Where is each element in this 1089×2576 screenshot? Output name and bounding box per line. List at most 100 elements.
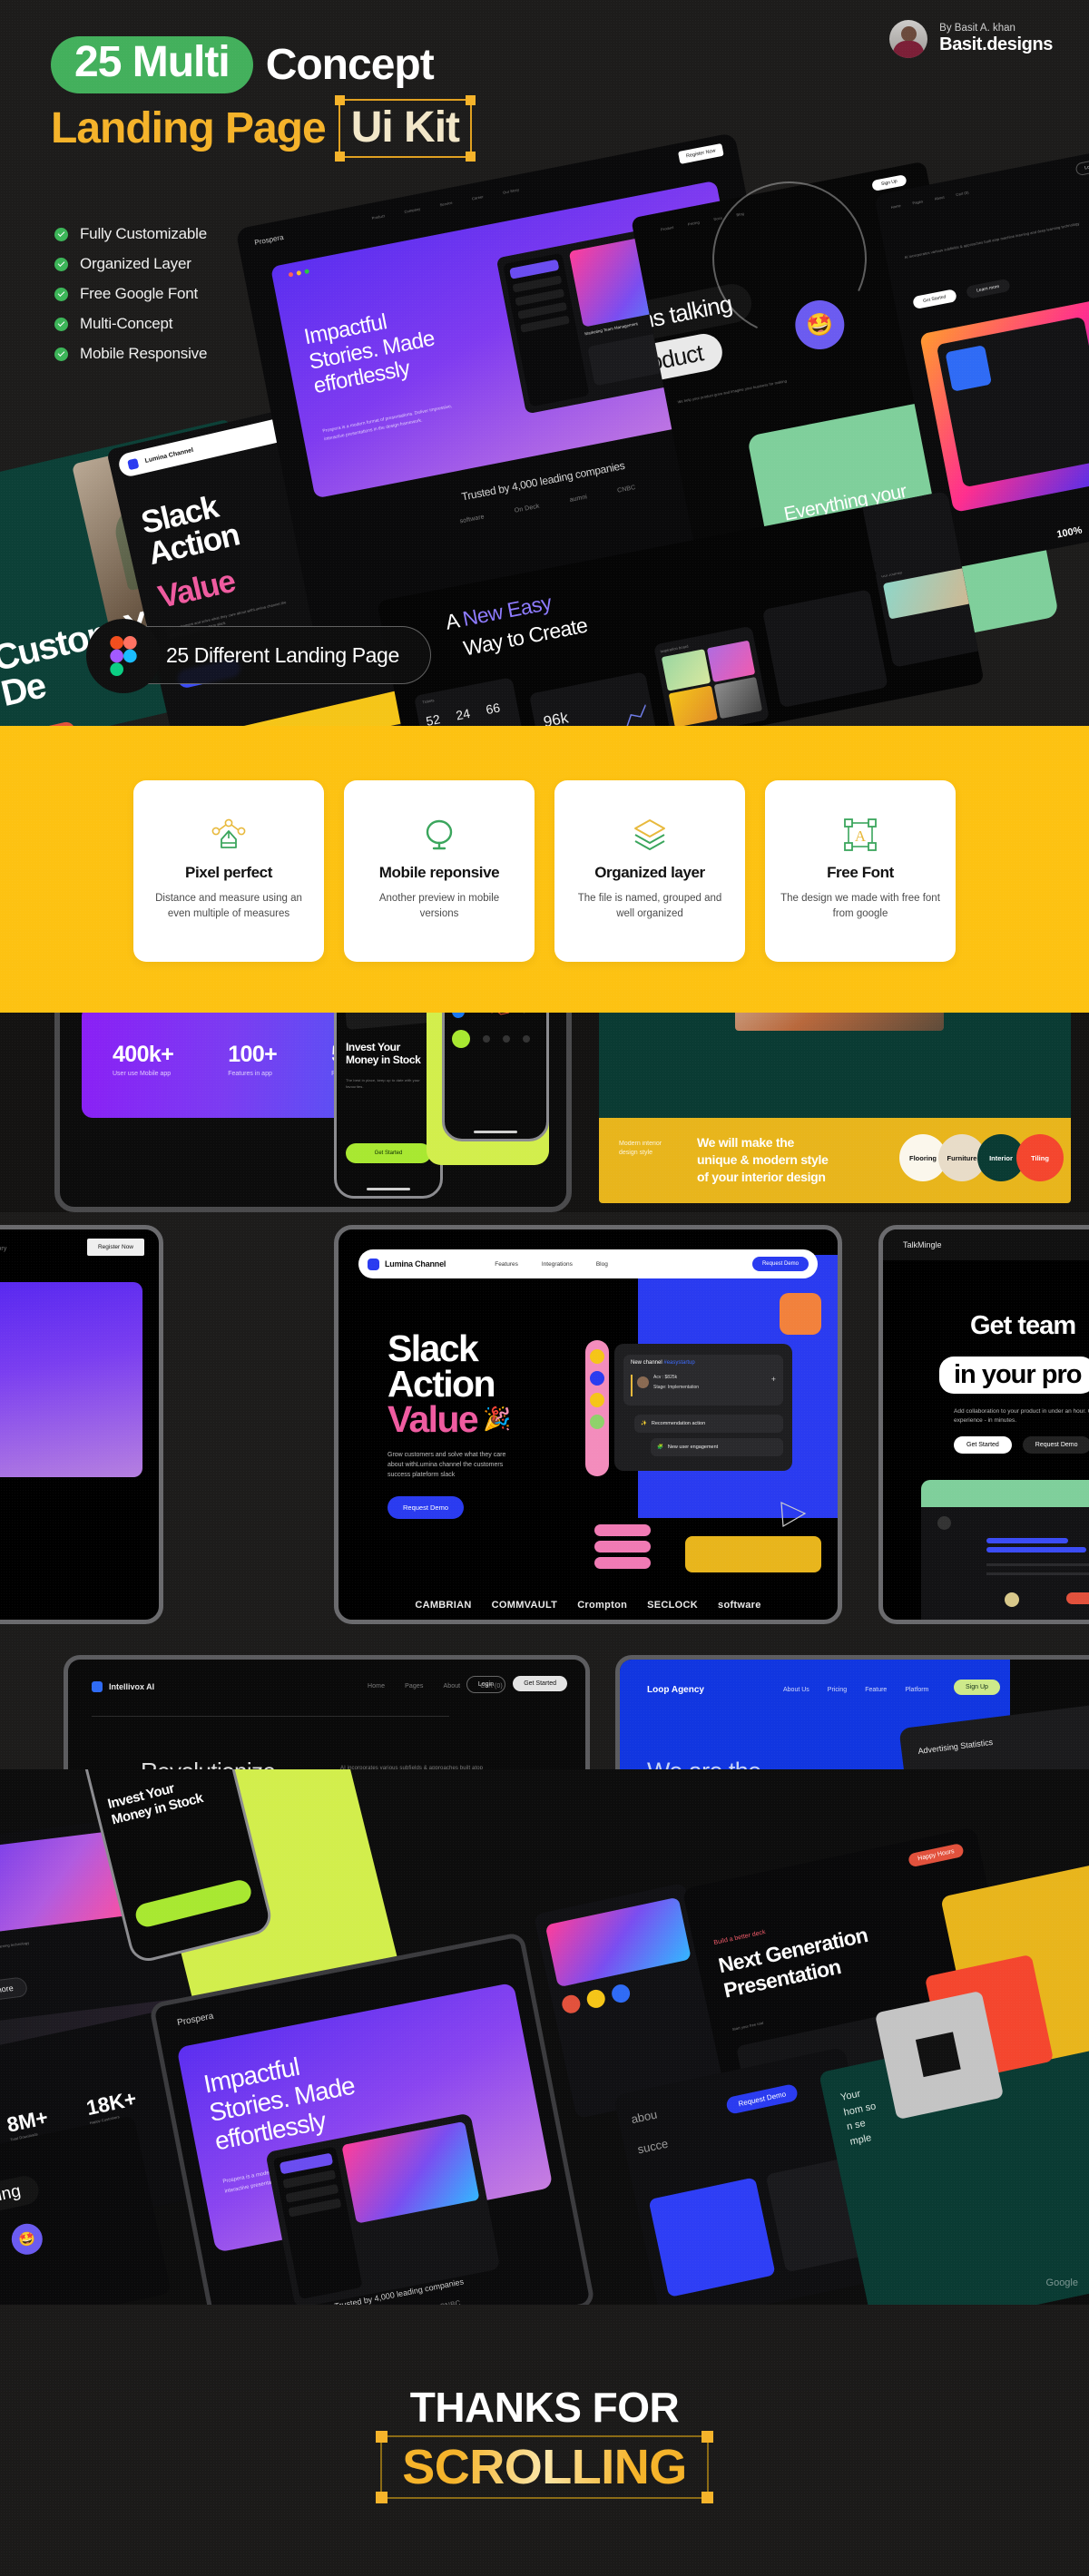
chat-panel: New channel #easystartup Acv : $825k Sta… — [614, 1344, 792, 1471]
get-started-button[interactable]: Get Started — [513, 1676, 567, 1691]
nav-item[interactable]: Our Story — [0, 1246, 6, 1252]
scrolling-selection-box: SCROLLING — [376, 2430, 713, 2503]
register-now-button[interactable]: Register Now — [86, 1239, 144, 1256]
feature-label: Multi-Concept — [80, 315, 173, 332]
chat-engagement: New user engagement — [667, 1445, 719, 1450]
check-icon — [54, 317, 68, 331]
client-logos: CAMBRIAN COMMVAULT Crompton SECLOCK soft… — [338, 1600, 838, 1611]
hero-section: General SummerDesign Co. Custom YouDe Lu… — [0, 0, 1089, 726]
brand-name: Loop Agency — [647, 1685, 704, 1695]
sign-up-button[interactable]: Sign Up — [954, 1680, 1000, 1695]
nav-item[interactable]: About — [443, 1683, 460, 1690]
nav-item[interactable]: Pricing — [828, 1687, 847, 1693]
emoji-icon: 🤩 — [8, 2220, 45, 2258]
phone-watchlist: ▼ TSL $454.26 FB $454.26 — [442, 1013, 549, 1141]
feature-item: Free Google Font — [54, 285, 207, 303]
nav-item[interactable]: Pages — [405, 1683, 423, 1690]
feature-card-desc: The design we made with free font from g… — [780, 893, 940, 919]
layers-icon — [628, 811, 672, 858]
interior-eyebrow: Modern interior design style — [619, 1141, 662, 1156]
logo: Crompton — [577, 1600, 628, 1611]
collage-grey-panel — [874, 1990, 1005, 2121]
request-demo-button[interactable]: Request Demo — [388, 1496, 465, 1520]
logo: CAMBRIAN — [415, 1600, 472, 1611]
logo: SECLOCK — [647, 1600, 699, 1611]
laptop-loop-agency: Loop Agency About Us Pricing Feature Pla… — [615, 1655, 1089, 1769]
feature-card-desc: Distance and measure using an even multi… — [155, 893, 302, 919]
stat-value: 400k+ — [113, 1042, 174, 1067]
feature-item: Mobile Responsive — [54, 345, 207, 363]
feature-label: Fully Customizable — [80, 225, 208, 242]
brand-name: Intellivox AI — [109, 1682, 155, 1691]
chat-channel-label: New channel — [631, 1360, 662, 1366]
phone-cta[interactable]: Get Started — [346, 1143, 431, 1163]
mock-nav: Product Company Service Career Our Story — [371, 187, 520, 220]
sparkle-icon: ✨ — [641, 1421, 647, 1426]
interior-headline: We will make the unique & modern style o… — [697, 1135, 829, 1184]
get-started-button[interactable]: Get Started — [954, 1436, 1012, 1454]
feature-cards: Pixel perfect Distance and measure using… — [0, 780, 1089, 962]
feature-card-organized-layer: Organized layer The file is named, group… — [554, 780, 745, 962]
svg-text:A: A — [855, 828, 867, 845]
nav-item[interactable]: Features — [495, 1261, 518, 1268]
headline: We are the — [647, 1758, 761, 1769]
check-icon — [54, 227, 68, 241]
stat-caption: User use Mobile app — [113, 1071, 172, 1077]
nav-item[interactable]: Integrations — [542, 1261, 573, 1268]
nav-item[interactable]: Platform — [905, 1687, 928, 1693]
row-three-previews: ompany Service Career Our Story Register… — [0, 1212, 1089, 1639]
nav-item[interactable]: Feature — [865, 1687, 887, 1693]
thanks-line-2: SCROLLING — [402, 2439, 687, 2494]
feature-card-pixel-perfect: Pixel perfect Distance and measure using… — [133, 780, 324, 962]
tablet-interior-design: Modern interior design style We will mak… — [599, 1013, 1071, 1203]
phone-sub: The best in place, keep up to date with … — [346, 1078, 420, 1090]
brand-name: Lumina Channel — [385, 1259, 446, 1268]
nav-item[interactable]: Home — [368, 1683, 385, 1690]
learn-more-button[interactable]: Learn more — [0, 1976, 29, 2005]
request-demo-button[interactable]: Request Demo — [1022, 1436, 1089, 1454]
feature-card-title: Mobile reponsive — [378, 864, 500, 881]
chat-acv: Acv : $825k — [653, 1375, 678, 1380]
check-icon — [54, 257, 68, 271]
party-popper-icon: 🎉 — [483, 1406, 512, 1432]
request-demo-button[interactable]: Request Demo — [725, 2082, 800, 2115]
avatar — [889, 20, 928, 58]
feature-label: Organized Layer — [80, 255, 191, 272]
font-frame-icon: A — [840, 811, 880, 858]
author-by: By Basit A. khan — [939, 23, 1015, 34]
feature-card-desc: Another preview in mobile versions — [378, 893, 500, 919]
check-icon — [54, 287, 68, 301]
preview-navbar: Lumina Channel Features Integrations Blo… — [358, 1249, 818, 1278]
preview-prospera: ompany Service Career Our Story Register… — [0, 1225, 163, 1624]
panel-title: Advertising Statistics — [917, 1737, 994, 1756]
login-button[interactable]: Login — [466, 1676, 505, 1693]
feature-item: Organized Layer — [54, 255, 207, 273]
happy-hours-badge: Happy Hours — [908, 1842, 965, 1868]
title-landing-page: Landing Page — [51, 104, 327, 153]
logo: software — [718, 1600, 761, 1611]
feature-item: Multi-Concept — [54, 315, 207, 333]
author-name: Basit.designs — [939, 34, 1053, 54]
author-credit[interactable]: By Basit A. khan Basit.designs — [889, 20, 1053, 58]
row-laptop-tops: Intellivox AI Home Pages About Cart (0) … — [0, 1639, 1089, 1769]
stat-caption: Features in app — [228, 1071, 272, 1077]
landing-page-count-pill[interactable]: 25 Different Landing Page — [86, 619, 431, 693]
slack-icon: 🧩 — [657, 1445, 663, 1450]
interior-chip[interactable]: Tiling — [1016, 1134, 1064, 1181]
feature-label: Free Google Font — [80, 285, 199, 302]
thanks-line-1: THANKS FOR — [409, 2383, 680, 2431]
brand-name: TalkMingle — [903, 1240, 942, 1249]
feature-card-desc: The file is named, grouped and well orga… — [577, 893, 722, 919]
nav-item[interactable]: Blog — [596, 1261, 608, 1268]
lumina-logo-icon — [368, 1258, 379, 1270]
figma-icon — [86, 619, 161, 693]
play-triangle-icon — [780, 1502, 807, 1528]
talkmingle-heading-1: Get team — [956, 1308, 1089, 1345]
nav-item[interactable]: About Us — [783, 1687, 809, 1693]
laptop-intellivox: Intellivox AI Home Pages About Cart (0) … — [64, 1655, 590, 1769]
feature-label: Mobile Responsive — [80, 345, 208, 362]
preview-talkmingle: TalkMingle Get team in your pro Add coll… — [878, 1225, 1089, 1624]
request-demo-nav-button[interactable]: Request Demo — [751, 1257, 809, 1271]
slack-heading-2: Action — [388, 1362, 496, 1405]
watch-ticker: FB — [470, 1013, 476, 1014]
